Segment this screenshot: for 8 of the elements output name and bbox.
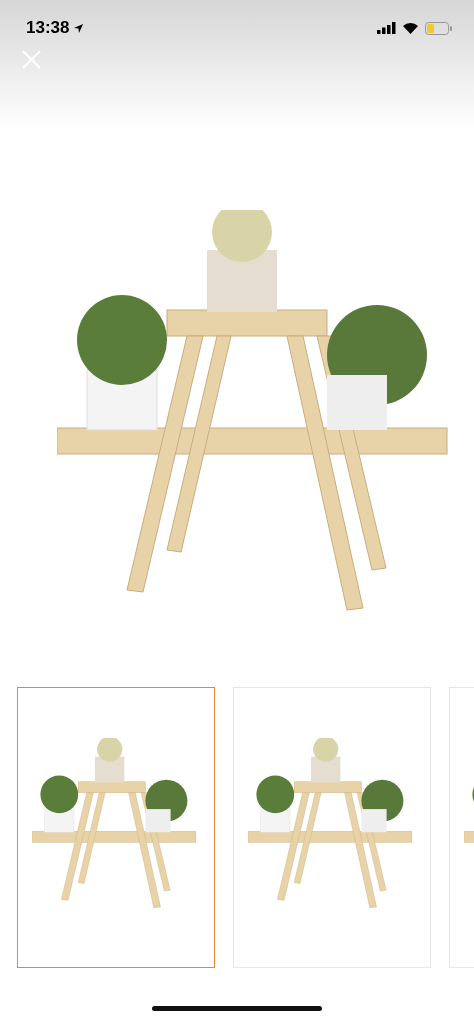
status-time: 13:38 (26, 18, 70, 38)
wifi-icon (402, 22, 419, 34)
location-arrow-icon (73, 22, 85, 34)
product-thumbnail[interactable] (17, 687, 215, 968)
battery-icon (425, 21, 452, 35)
home-indicator[interactable] (152, 1006, 322, 1011)
close-icon[interactable] (22, 50, 41, 69)
signal-icon (377, 22, 396, 34)
